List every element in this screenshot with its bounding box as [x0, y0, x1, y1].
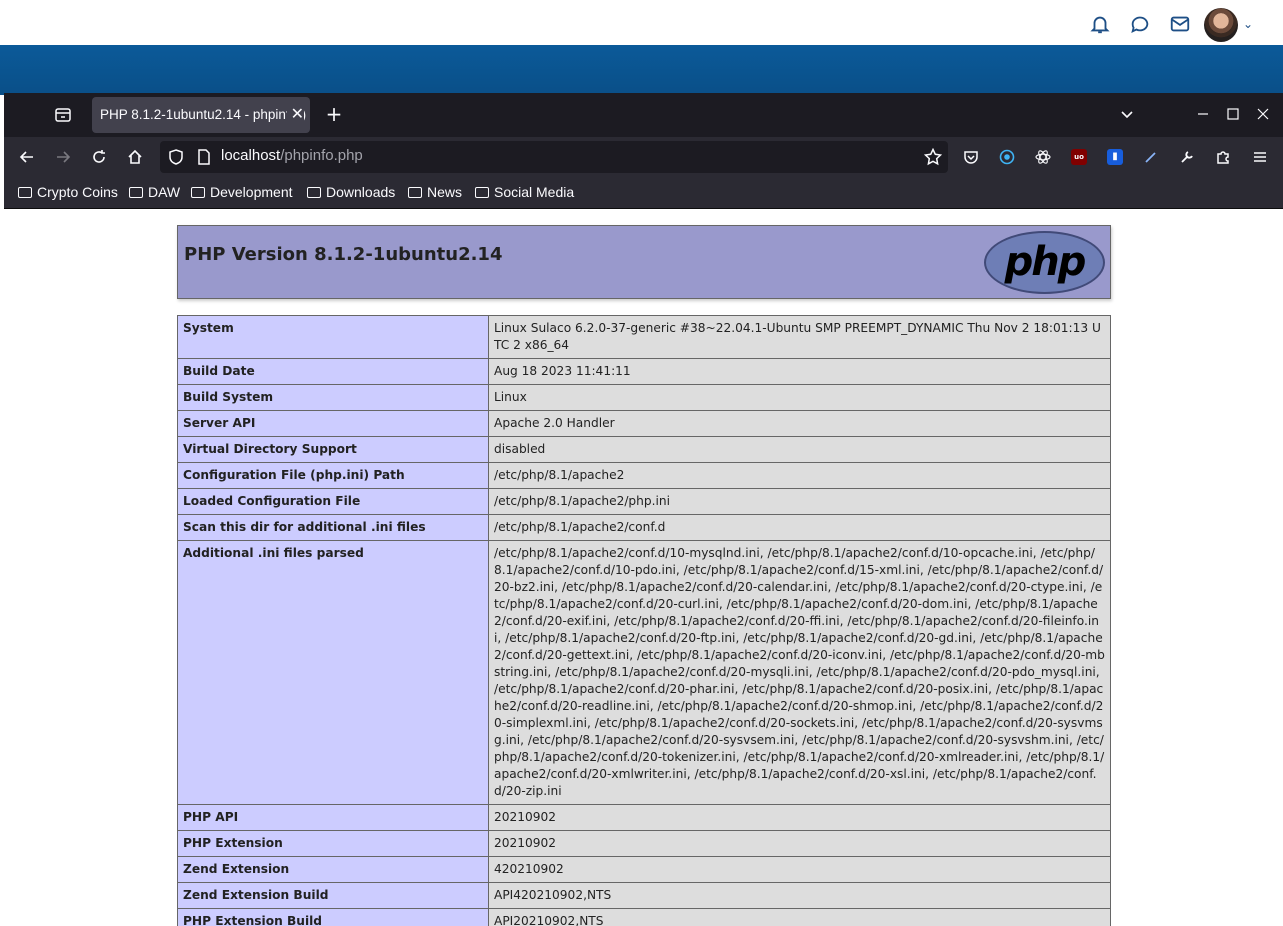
row-key: Build Date [177, 358, 489, 385]
tab-phpinfo[interactable]: PHP 8.1.2-1ubuntu2.14 - phpinfo() ✕ [92, 97, 310, 133]
row-key: Configuration File (php.ini) Path [177, 462, 489, 489]
extension-circle-icon[interactable] [999, 149, 1015, 165]
bookmark-star-icon[interactable] [924, 148, 942, 166]
page-title: PHP Version 8.1.2-1ubuntu2.14 [184, 244, 503, 265]
row-value: Linux Sulaco 6.2.0-37-generic #38~22.04.… [488, 315, 1111, 359]
pocket-icon[interactable] [963, 149, 979, 165]
maximize-icon[interactable] [1227, 108, 1239, 120]
row-key: PHP API [177, 804, 489, 831]
minimize-icon[interactable] [1197, 108, 1209, 120]
tab-bar: PHP 8.1.2-1ubuntu2.14 - phpinfo() ✕ + [4, 93, 1283, 137]
chevron-down-icon[interactable]: ⌄ [1243, 17, 1253, 31]
site-banner [0, 45, 1283, 95]
nav-toolbar: localhost/phpinfo.php uo ▮ [4, 137, 1283, 177]
bookmark-folder-daw[interactable]: DAW [129, 184, 180, 200]
url-text[interactable]: localhost/phpinfo.php [221, 147, 363, 164]
firefox-view-icon[interactable] [54, 106, 72, 124]
mail-icon[interactable] [1169, 13, 1191, 35]
table-row: Scan this dir for additional .ini files /… [177, 514, 1111, 541]
row-key: Loaded Configuration File [177, 488, 489, 515]
tab-title: PHP 8.1.2-1ubuntu2.14 - phpinfo() [100, 107, 307, 122]
row-value: /etc/php/8.1/apache2 [488, 462, 1111, 489]
row-value: API420210902,NTS [488, 882, 1111, 909]
folder-icon [129, 187, 143, 198]
folder-icon [18, 187, 32, 198]
row-value: Linux [488, 384, 1111, 411]
menu-icon[interactable] [1252, 149, 1268, 165]
new-tab-icon[interactable]: + [324, 102, 344, 126]
wrench-icon[interactable] [1179, 149, 1195, 165]
browser-window: PHP 8.1.2-1ubuntu2.14 - phpinfo() ✕ + lo… [4, 93, 1283, 926]
row-value: Aug 18 2023 11:41:11 [488, 358, 1111, 385]
url-bar[interactable]: localhost/phpinfo.php [160, 141, 948, 173]
row-value: 420210902 [488, 856, 1111, 883]
page-icon [198, 149, 210, 165]
table-row: Virtual Directory Support disabled [177, 436, 1111, 463]
php-version-header: PHP Version 8.1.2-1ubuntu2.14 php [177, 225, 1111, 299]
table-row: System Linux Sulaco 6.2.0-37-generic #38~… [177, 315, 1111, 359]
site-header: ⌄ [0, 0, 1283, 45]
ublock-icon[interactable]: uo [1071, 149, 1087, 165]
folder-icon [408, 187, 422, 198]
bookmark-folder-crypto-coins[interactable]: Crypto Coins [18, 184, 118, 200]
row-key: System [177, 315, 489, 359]
reload-icon[interactable] [91, 149, 107, 165]
table-row: Zend Extension Build API420210902,NTS [177, 882, 1111, 909]
shield-icon[interactable] [168, 149, 184, 165]
close-icon[interactable]: ✕ [286, 97, 304, 133]
php-logo: php [984, 231, 1105, 294]
row-key: Build System [177, 384, 489, 411]
bitwarden-icon[interactable]: ▮ [1107, 149, 1123, 165]
table-row: Loaded Configuration File/etc/php/8.1/ap… [177, 488, 1111, 515]
home-icon[interactable] [127, 149, 143, 165]
folder-icon [475, 187, 489, 198]
table-row: Server API Apache 2.0 Handler [177, 410, 1111, 437]
table-row: Zend Extension 420210902 [177, 856, 1111, 883]
chat-icon[interactable] [1129, 13, 1151, 35]
row-value: /etc/php/8.1/apache2/conf.d/10-mysqlnd.i… [488, 540, 1111, 805]
row-value: 20210902 [488, 804, 1111, 831]
table-row: Configuration File (php.ini) Path/etc/ph… [177, 462, 1111, 489]
folder-icon [191, 187, 205, 198]
info-table: System Linux Sulaco 6.2.0-37-generic #38~… [177, 315, 1111, 926]
row-value: API20210902,NTS [488, 908, 1111, 926]
row-value: /etc/php/8.1/apache2/php.ini [488, 488, 1111, 515]
bell-icon[interactable] [1089, 13, 1111, 35]
back-icon[interactable] [19, 149, 35, 165]
table-row: PHP API 20210902 [177, 804, 1111, 831]
row-key: Virtual Directory Support [177, 436, 489, 463]
table-row: PHP Extension Build API20210902,NTS [177, 908, 1111, 926]
bookmark-folder-development[interactable]: Development [191, 184, 293, 200]
page-content: PHP Version 8.1.2-1ubuntu2.14 php System… [4, 209, 1283, 926]
row-value: disabled [488, 436, 1111, 463]
row-key: PHP Extension Build [177, 908, 489, 926]
react-devtools-icon[interactable] [1035, 149, 1051, 165]
folder-icon [307, 187, 321, 198]
bookmark-folder-downloads[interactable]: Downloads [307, 184, 395, 200]
window-close-icon[interactable] [1257, 108, 1269, 120]
table-row: PHP Extension 20210902 [177, 830, 1111, 857]
bookmark-folder-social-media[interactable]: Social Media [475, 184, 574, 200]
table-row: Build System Linux [177, 384, 1111, 411]
avatar[interactable] [1204, 8, 1238, 42]
row-key: Zend Extension [177, 856, 489, 883]
row-key: Zend Extension Build [177, 882, 489, 909]
bookmark-folder-news[interactable]: News [408, 184, 462, 200]
row-value: Apache 2.0 Handler [488, 410, 1111, 437]
row-key: PHP Extension [177, 830, 489, 857]
row-key: Additional .ini files parsed [177, 540, 489, 805]
row-value: 20210902 [488, 830, 1111, 857]
tab-list-chevron-icon[interactable] [1120, 108, 1134, 122]
row-key: Server API [177, 410, 489, 437]
forward-icon[interactable] [55, 149, 71, 165]
row-value: /etc/php/8.1/apache2/conf.d [488, 514, 1111, 541]
color-picker-icon[interactable] [1143, 149, 1159, 165]
table-row: Additional .ini files parsed/etc/php/8.1… [177, 540, 1111, 805]
bookmarks-toolbar: Crypto Coins DAW Development Downloads N… [4, 177, 1283, 209]
row-key: Scan this dir for additional .ini files [177, 514, 489, 541]
table-row: Build Date Aug 18 2023 11:41:11 [177, 358, 1111, 385]
extensions-puzzle-icon[interactable] [1215, 149, 1231, 165]
